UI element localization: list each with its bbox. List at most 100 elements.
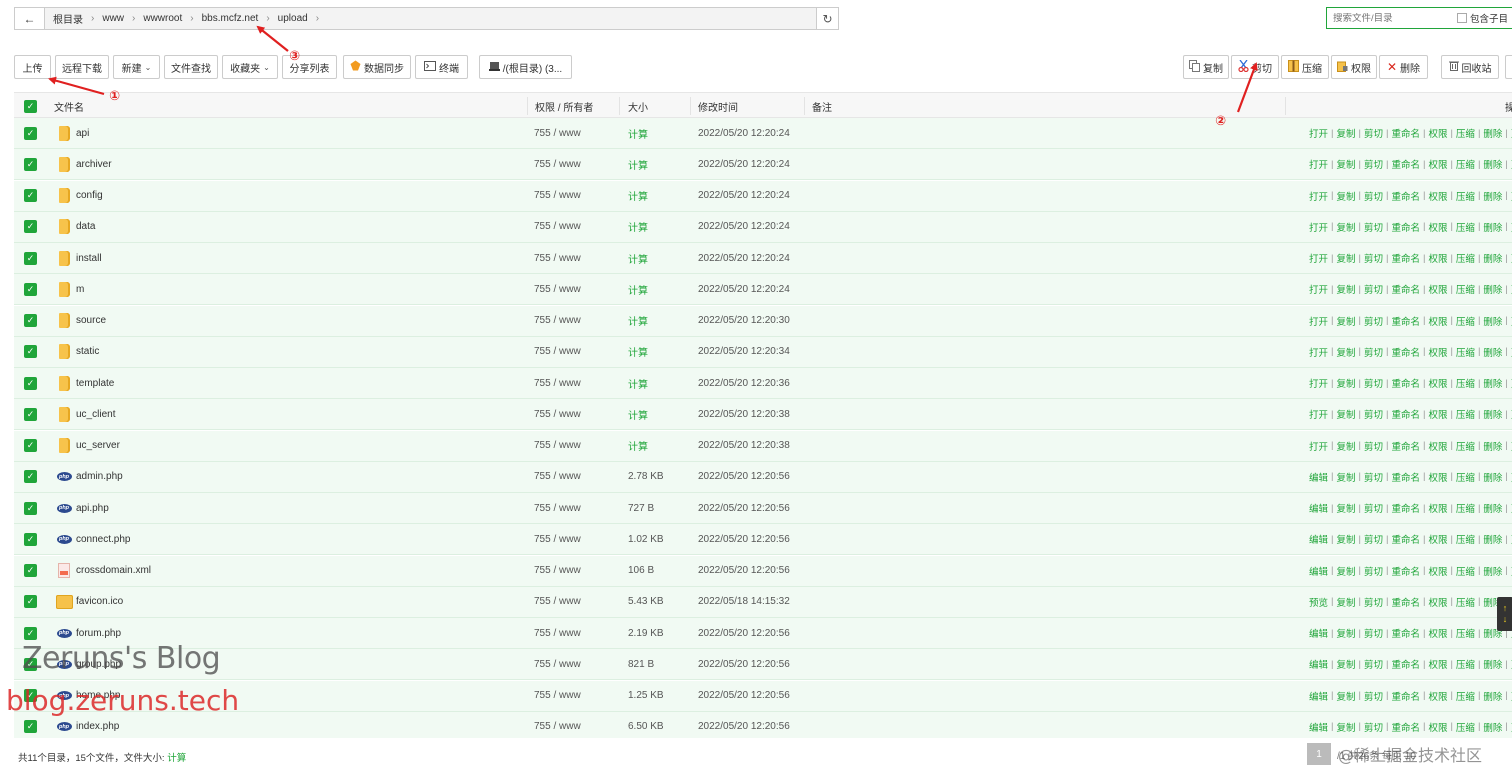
- file-name[interactable]: config: [76, 181, 103, 211]
- row-op[interactable]: 压缩: [1456, 314, 1475, 328]
- row-op[interactable]: 压缩: [1456, 157, 1475, 171]
- row-op[interactable]: 复制: [1336, 720, 1355, 734]
- row-op[interactable]: 剪切: [1364, 626, 1383, 640]
- select-all-checkbox[interactable]: ✓: [24, 93, 37, 119]
- row-op[interactable]: 删除: [1483, 501, 1502, 515]
- row-op[interactable]: 压缩: [1456, 501, 1475, 515]
- file-perm[interactable]: 755 / www: [534, 243, 581, 273]
- row-op[interactable]: 删除: [1483, 689, 1502, 703]
- row-op[interactable]: 删除: [1483, 314, 1502, 328]
- row-op[interactable]: 编辑: [1309, 470, 1328, 484]
- row-op[interactable]: 重命名: [1391, 564, 1420, 578]
- row-op[interactable]: 权限: [1428, 220, 1447, 234]
- row-op[interactable]: 重命名: [1391, 720, 1420, 734]
- row-op[interactable]: 权限: [1428, 564, 1447, 578]
- file-name[interactable]: m: [76, 274, 84, 304]
- file-perm[interactable]: 755 / www: [534, 118, 581, 148]
- file-perm[interactable]: 755 / www: [534, 618, 581, 648]
- row-op[interactable]: 打开: [1309, 220, 1328, 234]
- row-op[interactable]: 剪切: [1364, 689, 1383, 703]
- page-current[interactable]: 1: [1307, 743, 1331, 765]
- file-name[interactable]: crossdomain.xml: [76, 556, 151, 586]
- row-op[interactable]: 重命名: [1391, 532, 1420, 546]
- table-row[interactable]: ✓ crossdomain.xml 755 / www 106 B 2022/0…: [14, 555, 1512, 587]
- row-op[interactable]: 复制: [1336, 126, 1355, 140]
- file-perm[interactable]: 755 / www: [534, 462, 581, 492]
- row-op[interactable]: 压缩: [1456, 251, 1475, 265]
- table-row[interactable]: ✓ install 755 / www 计算 2022/05/20 12:20:…: [14, 243, 1512, 274]
- back-button[interactable]: ←: [15, 8, 45, 29]
- file-perm[interactable]: 755 / www: [534, 337, 581, 367]
- row-op[interactable]: 删除: [1483, 407, 1502, 421]
- row-op[interactable]: 删除: [1483, 251, 1502, 265]
- file-size[interactable]: 计算: [628, 431, 648, 461]
- checkbox-icon[interactable]: [1457, 13, 1467, 23]
- row-op[interactable]: 删除: [1483, 157, 1502, 171]
- table-row[interactable]: ✓ config 755 / www 计算 2022/05/20 12:20:2…: [14, 180, 1512, 212]
- row-op[interactable]: 打开: [1309, 376, 1328, 390]
- crumb-root[interactable]: 根目录: [49, 11, 87, 26]
- table-row[interactable]: ✓ php admin.php 755 / www 2.78 KB 2022/0…: [14, 461, 1512, 493]
- file-name[interactable]: archiver: [76, 149, 112, 179]
- row-op[interactable]: 压缩: [1456, 376, 1475, 390]
- table-row[interactable]: ✓ api 755 / www 计算 2022/05/20 12:20:24 打…: [14, 118, 1512, 149]
- row-op[interactable]: 压缩: [1456, 532, 1475, 546]
- file-perm[interactable]: 755 / www: [534, 681, 581, 711]
- crumb-www[interactable]: www: [98, 13, 128, 24]
- file-name[interactable]: api: [76, 118, 89, 148]
- row-op[interactable]: 重命名: [1391, 220, 1420, 234]
- table-row[interactable]: ✓ php forum.php 755 / www 2.19 KB 2022/0…: [14, 618, 1512, 649]
- row-op[interactable]: 重命名: [1391, 470, 1420, 484]
- table-row[interactable]: ✓ data 755 / www 计算 2022/05/20 12:20:24 …: [14, 211, 1512, 243]
- row-op[interactable]: 权限: [1428, 501, 1447, 515]
- row-op[interactable]: 剪切: [1364, 532, 1383, 546]
- row-op[interactable]: 复制: [1336, 532, 1355, 546]
- row-checkbox[interactable]: ✓: [24, 118, 37, 148]
- file-name[interactable]: source: [76, 306, 106, 336]
- row-op[interactable]: 剪切: [1364, 189, 1383, 203]
- row-op[interactable]: 编辑: [1309, 532, 1328, 546]
- row-op[interactable]: 剪切: [1364, 376, 1383, 390]
- col-size[interactable]: 大小: [628, 93, 648, 119]
- row-op[interactable]: 复制: [1336, 689, 1355, 703]
- file-perm[interactable]: 755 / www: [534, 274, 581, 304]
- row-op[interactable]: 重命名: [1391, 376, 1420, 390]
- file-name[interactable]: admin.php: [76, 462, 123, 492]
- row-op[interactable]: 重命名: [1391, 439, 1420, 453]
- row-checkbox[interactable]: ✓: [24, 181, 37, 211]
- disk-selector-button[interactable]: /(根目录) (3...: [479, 55, 572, 79]
- row-op[interactable]: 压缩: [1456, 720, 1475, 734]
- file-name[interactable]: favicon.ico: [76, 587, 123, 617]
- row-op[interactable]: 压缩: [1456, 595, 1475, 609]
- row-checkbox[interactable]: ✓: [24, 306, 37, 336]
- row-op[interactable]: 复制: [1336, 189, 1355, 203]
- favorites-button[interactable]: 收藏夹 ⌄: [222, 55, 278, 79]
- row-op[interactable]: 预览: [1309, 595, 1328, 609]
- table-row[interactable]: ✓ source 755 / www 计算 2022/05/20 12:20:3…: [14, 305, 1512, 337]
- row-op[interactable]: 剪切: [1364, 657, 1383, 671]
- row-op[interactable]: 复制: [1336, 157, 1355, 171]
- row-op[interactable]: 编辑: [1309, 689, 1328, 703]
- file-size[interactable]: 计算: [628, 181, 648, 211]
- row-op[interactable]: 打开: [1309, 314, 1328, 328]
- row-checkbox[interactable]: ✓: [24, 149, 37, 179]
- cut-button[interactable]: 剪切: [1231, 55, 1279, 79]
- row-op[interactable]: 复制: [1336, 626, 1355, 640]
- file-size[interactable]: 计算: [628, 149, 648, 179]
- row-op[interactable]: 复制: [1336, 595, 1355, 609]
- row-op[interactable]: 打开: [1309, 251, 1328, 265]
- file-perm[interactable]: 755 / www: [534, 649, 581, 679]
- refresh-button[interactable]: ↻: [816, 8, 838, 29]
- row-checkbox[interactable]: ✓: [24, 368, 37, 398]
- file-name[interactable]: uc_client: [76, 399, 115, 429]
- table-row[interactable]: ✓ static 755 / www 计算 2022/05/20 12:20:3…: [14, 336, 1512, 368]
- row-checkbox[interactable]: ✓: [24, 556, 37, 586]
- row-op[interactable]: 重命名: [1391, 251, 1420, 265]
- row-op[interactable]: 压缩: [1456, 470, 1475, 484]
- row-op[interactable]: 压缩: [1456, 407, 1475, 421]
- row-checkbox[interactable]: ✓: [24, 243, 37, 273]
- row-op[interactable]: 复制: [1336, 251, 1355, 265]
- row-op[interactable]: 编辑: [1309, 564, 1328, 578]
- table-row[interactable]: ✓ php connect.php 755 / www 1.02 KB 2022…: [14, 524, 1512, 556]
- table-row[interactable]: ✓ uc_client 755 / www 计算 2022/05/20 12:2…: [14, 399, 1512, 431]
